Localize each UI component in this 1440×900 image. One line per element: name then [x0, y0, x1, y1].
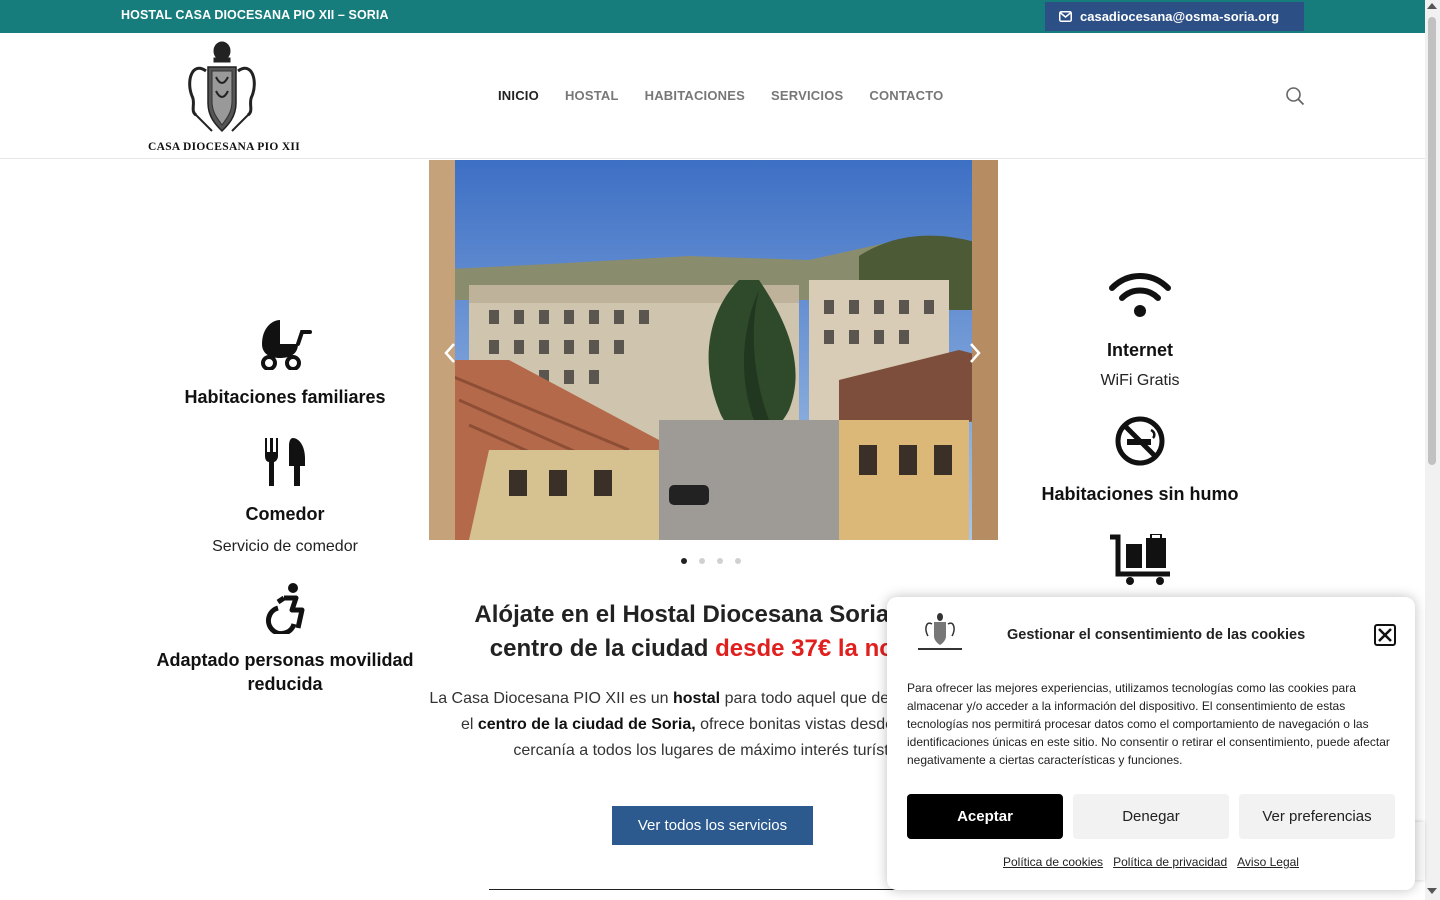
- cookie-dialog-text: Para ofrecer las mejores experiencias, u…: [907, 681, 1390, 767]
- headline-text: Alójate en el Hostal Diocesana Soria en …: [474, 601, 951, 628]
- feature-title: Internet: [1106, 340, 1173, 360]
- envelope-icon: [1059, 11, 1072, 22]
- utensils-icon: [265, 438, 305, 486]
- intro-bold: centro de la ciudad de Soria,: [477, 716, 696, 733]
- slider-dot[interactable]: [681, 558, 687, 564]
- legal-notice-link[interactable]: Aviso Legal: [1237, 855, 1299, 869]
- luggage-cart-icon: [1110, 534, 1170, 585]
- nav-contacto[interactable]: CONTACTO: [869, 88, 943, 103]
- top-bar: HOSTAL CASA DIOCESANA PIO XII – SORIA ca…: [0, 0, 1425, 33]
- coat-of-arms-icon: [188, 41, 256, 133]
- slide-photo: [429, 160, 998, 540]
- image-slider[interactable]: [429, 160, 998, 540]
- nav-inicio[interactable]: INICIO: [498, 88, 539, 103]
- divider: [489, 889, 937, 890]
- scroll-up-arrow[interactable]: [1427, 3, 1437, 9]
- no-smoking-icon: [1115, 416, 1165, 466]
- site-name: HOSTAL CASA DIOCESANA PIO XII – SORIA: [121, 8, 389, 22]
- email-button[interactable]: casadiocesana@osma-soria.org: [1045, 2, 1304, 31]
- feature-desc: WiFi Gratis: [1100, 372, 1180, 389]
- feature-title: Habitaciones sin humo: [1041, 484, 1239, 504]
- intro-bold: hostal: [673, 690, 721, 707]
- services-button[interactable]: Ver todos los servicios: [612, 806, 813, 845]
- email-link[interactable]: casadiocesana@osma-soria.org: [1080, 9, 1279, 24]
- cookie-dialog-links: Política de cookies Política de privacid…: [1003, 855, 1299, 869]
- wifi-icon: [1109, 273, 1171, 317]
- scrollbar-thumb[interactable]: [1428, 17, 1436, 465]
- feature-movilidad-reducida: Adaptado personas movilidad reducida: [155, 582, 415, 696]
- feature-habitaciones-familiares: Habitaciones familiares: [155, 318, 415, 409]
- feature-title: Habitaciones familiares: [184, 387, 386, 407]
- main-nav: INICIO HOSTAL HABITACIONES SERVICIOS CON…: [498, 88, 943, 103]
- site-logo[interactable]: CASA DIOCESANA PIO XII: [144, 41, 304, 153]
- accept-cookies-button[interactable]: Aceptar: [907, 794, 1063, 839]
- slider-dot[interactable]: [699, 558, 705, 564]
- feature-title: Comedor: [245, 504, 325, 524]
- feature-comedor: Comedor Servicio de comedor: [155, 436, 415, 556]
- logo-text: CASA DIOCESANA PIO XII: [148, 141, 300, 153]
- site-header: CASA DIOCESANA PIO XII INICIO HOSTAL HAB…: [0, 33, 1425, 159]
- wheelchair-icon: [265, 583, 305, 634]
- deny-cookies-button[interactable]: Denegar: [1073, 794, 1229, 839]
- feature-sin-humo: Habitaciones sin humo: [1010, 416, 1270, 506]
- privacy-policy-link[interactable]: Política de privacidad: [1113, 855, 1227, 869]
- cookie-consent-dialog: Gestionar el consentimiento de las cooki…: [887, 597, 1415, 890]
- search-icon[interactable]: [1285, 86, 1305, 106]
- nav-hostal[interactable]: HOSTAL: [565, 88, 619, 103]
- cookie-dialog-logo: [918, 613, 962, 650]
- slider-pagination: [681, 558, 741, 564]
- headline-text-2: centro de la ciudad: [489, 635, 716, 662]
- slider-prev-arrow[interactable]: [443, 342, 457, 364]
- cookie-policy-link[interactable]: Política de cookies: [1003, 855, 1103, 869]
- feature-desc: Servicio de comedor: [212, 538, 358, 555]
- view-preferences-button[interactable]: Ver preferencias: [1239, 794, 1395, 839]
- feature-internet: Internet WiFi Gratis: [1010, 272, 1270, 390]
- slider-dot[interactable]: [717, 558, 723, 564]
- scroll-down-arrow[interactable]: [1427, 888, 1437, 894]
- feature-equipaje: [1010, 534, 1270, 586]
- close-button[interactable]: [1374, 624, 1396, 646]
- intro-text: La Casa Diocesana PIO XII es un: [429, 690, 673, 707]
- cookie-dialog-title: Gestionar el consentimiento de las cooki…: [1007, 627, 1306, 643]
- slider-dot[interactable]: [735, 558, 741, 564]
- baby-carriage-icon: [261, 320, 312, 370]
- nav-servicios[interactable]: SERVICIOS: [771, 88, 843, 103]
- feature-title: Adaptado personas movilidad reducida: [156, 650, 414, 694]
- slider-next-arrow[interactable]: [968, 342, 982, 364]
- nav-habitaciones[interactable]: HABITACIONES: [645, 88, 745, 103]
- close-icon: [1378, 628, 1392, 642]
